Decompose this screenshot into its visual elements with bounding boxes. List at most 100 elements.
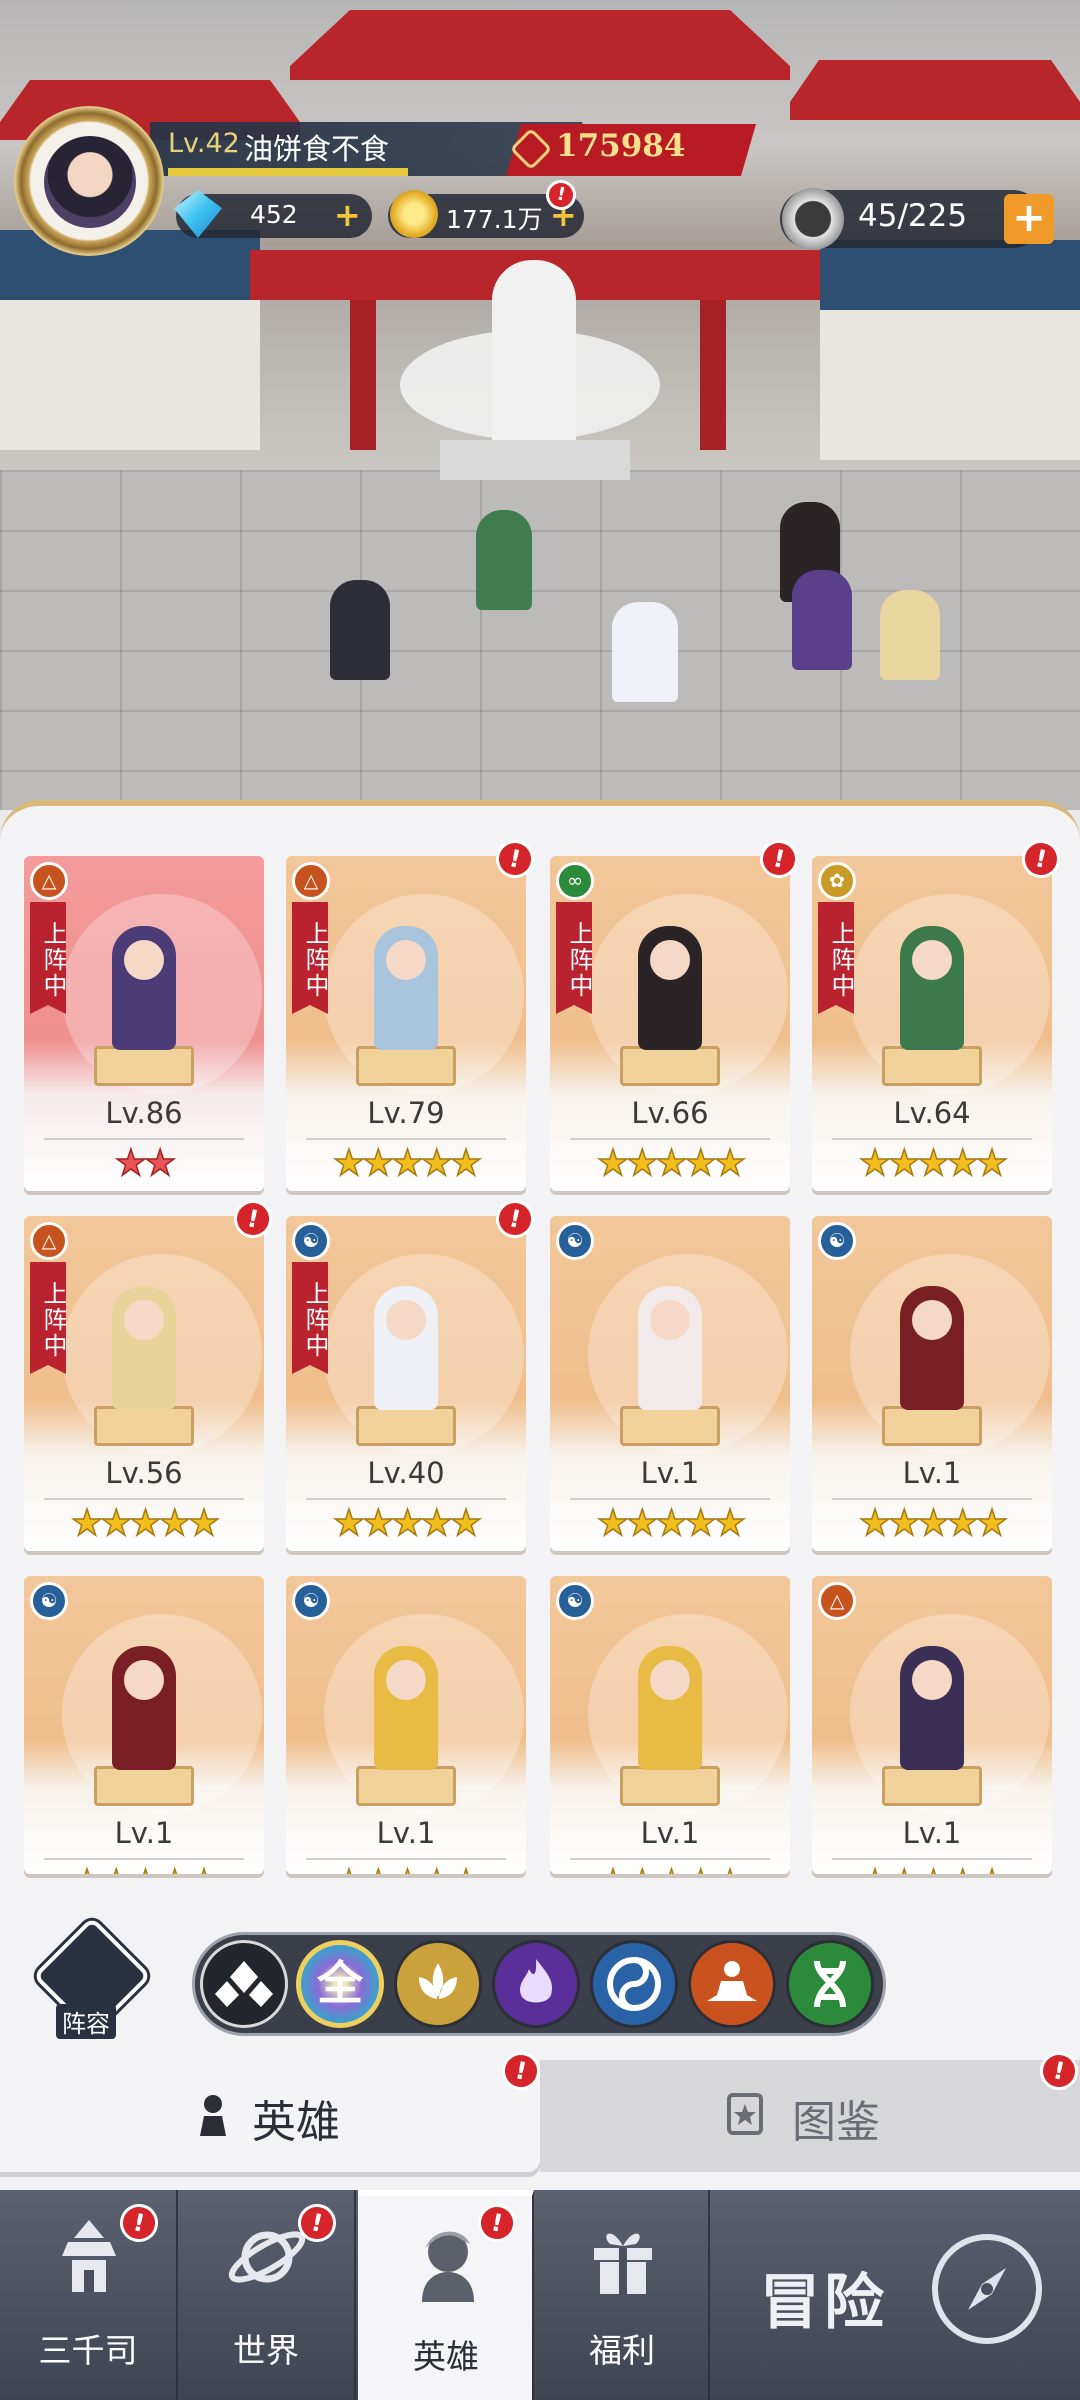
nav-hero-label: 英雄: [413, 2337, 479, 2376]
hero-level: Lv.1: [902, 1816, 962, 1850]
filter-dna-icon[interactable]: [786, 1940, 874, 2028]
battle-scene: [0, 0, 1080, 810]
faction-lotus-icon: ✿: [818, 862, 856, 900]
hero-stars: ★★★★★: [550, 1863, 790, 1874]
card-divider: [44, 1858, 244, 1860]
hero-stars: ★★★★★: [332, 1143, 483, 1185]
gold-coin-icon: [390, 190, 438, 238]
hero-face: [650, 1660, 690, 1700]
add-stamina-button[interactable]: +: [1004, 194, 1054, 244]
hero-stars: ★★★★★: [858, 1503, 1009, 1545]
hero-pedestal: [356, 1406, 456, 1446]
hero-card[interactable]: Lv.40 ★★★★★ ☯ 上阵中: [286, 1216, 526, 1551]
card-divider: [306, 1858, 506, 1860]
hero-face: [124, 940, 164, 980]
hero-pedestal: [620, 1046, 720, 1086]
hero-level: Lv.56: [105, 1456, 183, 1490]
card-divider: [570, 1138, 770, 1140]
hero-card[interactable]: Lv.1 ★★★★★ ☯: [812, 1216, 1052, 1551]
hero-face: [650, 1300, 690, 1340]
card-divider: [832, 1498, 1032, 1500]
faction-yin-icon: ☯: [556, 1582, 594, 1620]
card-divider: [44, 1138, 244, 1140]
deployed-banner: 上阵中: [556, 902, 592, 1014]
hero-level: Lv.1: [902, 1456, 962, 1490]
filter-diamond-icon[interactable]: [200, 1940, 288, 2028]
field-hero-sprite[interactable]: [792, 570, 852, 670]
nav-world-label: 世界: [233, 2331, 299, 2370]
hero-head-icon: [422, 2231, 474, 2302]
hero-level: Lv.1: [376, 1816, 436, 1850]
filter-all-button[interactable]: 全: [296, 1940, 384, 2028]
hero-card[interactable]: Lv.56 ★★★★★ △ 上阵中: [24, 1216, 264, 1551]
faction-yin-icon: ☯: [556, 1222, 594, 1260]
temple-roof-center: [290, 10, 790, 80]
hero-card[interactable]: Lv.79 ★★★★★ △ 上阵中: [286, 856, 526, 1191]
deployed-banner: 上阵中: [818, 902, 854, 1014]
codex-book-icon: [727, 2093, 763, 2135]
hero-pedestal: [94, 1406, 194, 1446]
temple-pillar: [350, 300, 376, 450]
hero-card[interactable]: Lv.1 ★★★★★ △: [812, 1576, 1052, 1874]
card-divider: [44, 1498, 244, 1500]
filter-lotus-icon[interactable]: [394, 1940, 482, 2028]
filter-fire-icon[interactable]: [492, 1940, 580, 2028]
faction-yin-icon: ☯: [818, 1222, 856, 1260]
filter-yinyang-icon[interactable]: [590, 1940, 678, 2028]
hero-level: Lv.64: [893, 1096, 971, 1130]
gift-box-icon: [594, 2233, 652, 2294]
field-hero-sprite[interactable]: [476, 510, 532, 610]
power-value: 175984: [556, 128, 686, 164]
faction-yin-icon: ☯: [30, 1582, 68, 1620]
hero-face: [912, 1300, 952, 1340]
deployed-banner: 上阵中: [292, 902, 328, 1014]
filter-monk-icon[interactable]: [688, 1940, 776, 2028]
hero-pedestal: [356, 1766, 456, 1806]
hero-pedestal: [620, 1406, 720, 1446]
hero-face: [124, 1300, 164, 1340]
hero-face: [124, 1660, 164, 1700]
nav-welfare[interactable]: 福利: [534, 2190, 710, 2400]
hero-level: Lv.1: [114, 1816, 174, 1850]
hero-stars: ★★★★★: [332, 1503, 483, 1545]
faction-monk-icon: △: [30, 1222, 68, 1260]
hero-card[interactable]: Lv.86 ★★ △ 上阵中: [24, 856, 264, 1191]
hero-card[interactable]: Lv.66 ★★★★★ ∞ 上阵中: [550, 856, 790, 1191]
statue-pedestal: [440, 440, 630, 480]
hero-pedestal: [94, 1046, 194, 1086]
faction-yin-icon: ☯: [292, 1222, 330, 1260]
field-hero-sprite[interactable]: [330, 580, 390, 680]
avatar[interactable]: [44, 136, 136, 228]
hero-pedestal: [356, 1046, 456, 1086]
hero-card[interactable]: Lv.1 ★★★★★ ☯: [24, 1576, 264, 1874]
hero-stars: ★★★★★: [24, 1863, 264, 1874]
card-divider: [832, 1858, 1032, 1860]
temple-roof-right-lower: [820, 240, 1080, 310]
gold-value: 177.1万: [446, 205, 543, 234]
deployed-banner: 上阵中: [30, 1262, 66, 1374]
field-hero-sprite[interactable]: [612, 602, 678, 702]
temple-roof-right: [790, 60, 1080, 120]
hero-card[interactable]: Lv.1 ★★★★★ ☯: [550, 1576, 790, 1874]
tab-codex-label: 图鉴: [792, 2097, 880, 2148]
faction-monk-icon: △: [818, 1582, 856, 1620]
card-divider: [306, 1138, 506, 1140]
hero-face: [912, 1660, 952, 1700]
hero-face: [650, 940, 690, 980]
hero-stars: ★★: [114, 1143, 177, 1185]
gem-value: 452: [250, 200, 298, 229]
hero-level: Lv.40: [367, 1456, 445, 1490]
hero-card[interactable]: Lv.64 ★★★★★ ✿ 上阵中: [812, 856, 1052, 1191]
nav-adventure-label: 冒险: [760, 2268, 888, 2338]
hero-face: [386, 940, 426, 980]
hero-card[interactable]: Lv.1 ★★★★★ ☯: [550, 1216, 790, 1551]
field-hero-sprite[interactable]: [880, 590, 940, 680]
card-divider: [832, 1138, 1032, 1140]
hero-card[interactable]: Lv.1 ★★★★★ ☯: [286, 1576, 526, 1874]
hero-stars: ★★★★★: [286, 1863, 526, 1874]
add-gems-button[interactable]: +: [334, 196, 361, 234]
compass-icon: [932, 2234, 1042, 2344]
hero-level: Lv.66: [631, 1096, 709, 1130]
lineup-label: 阵容: [56, 2004, 116, 2039]
hero-level: Lv.86: [105, 1096, 183, 1130]
